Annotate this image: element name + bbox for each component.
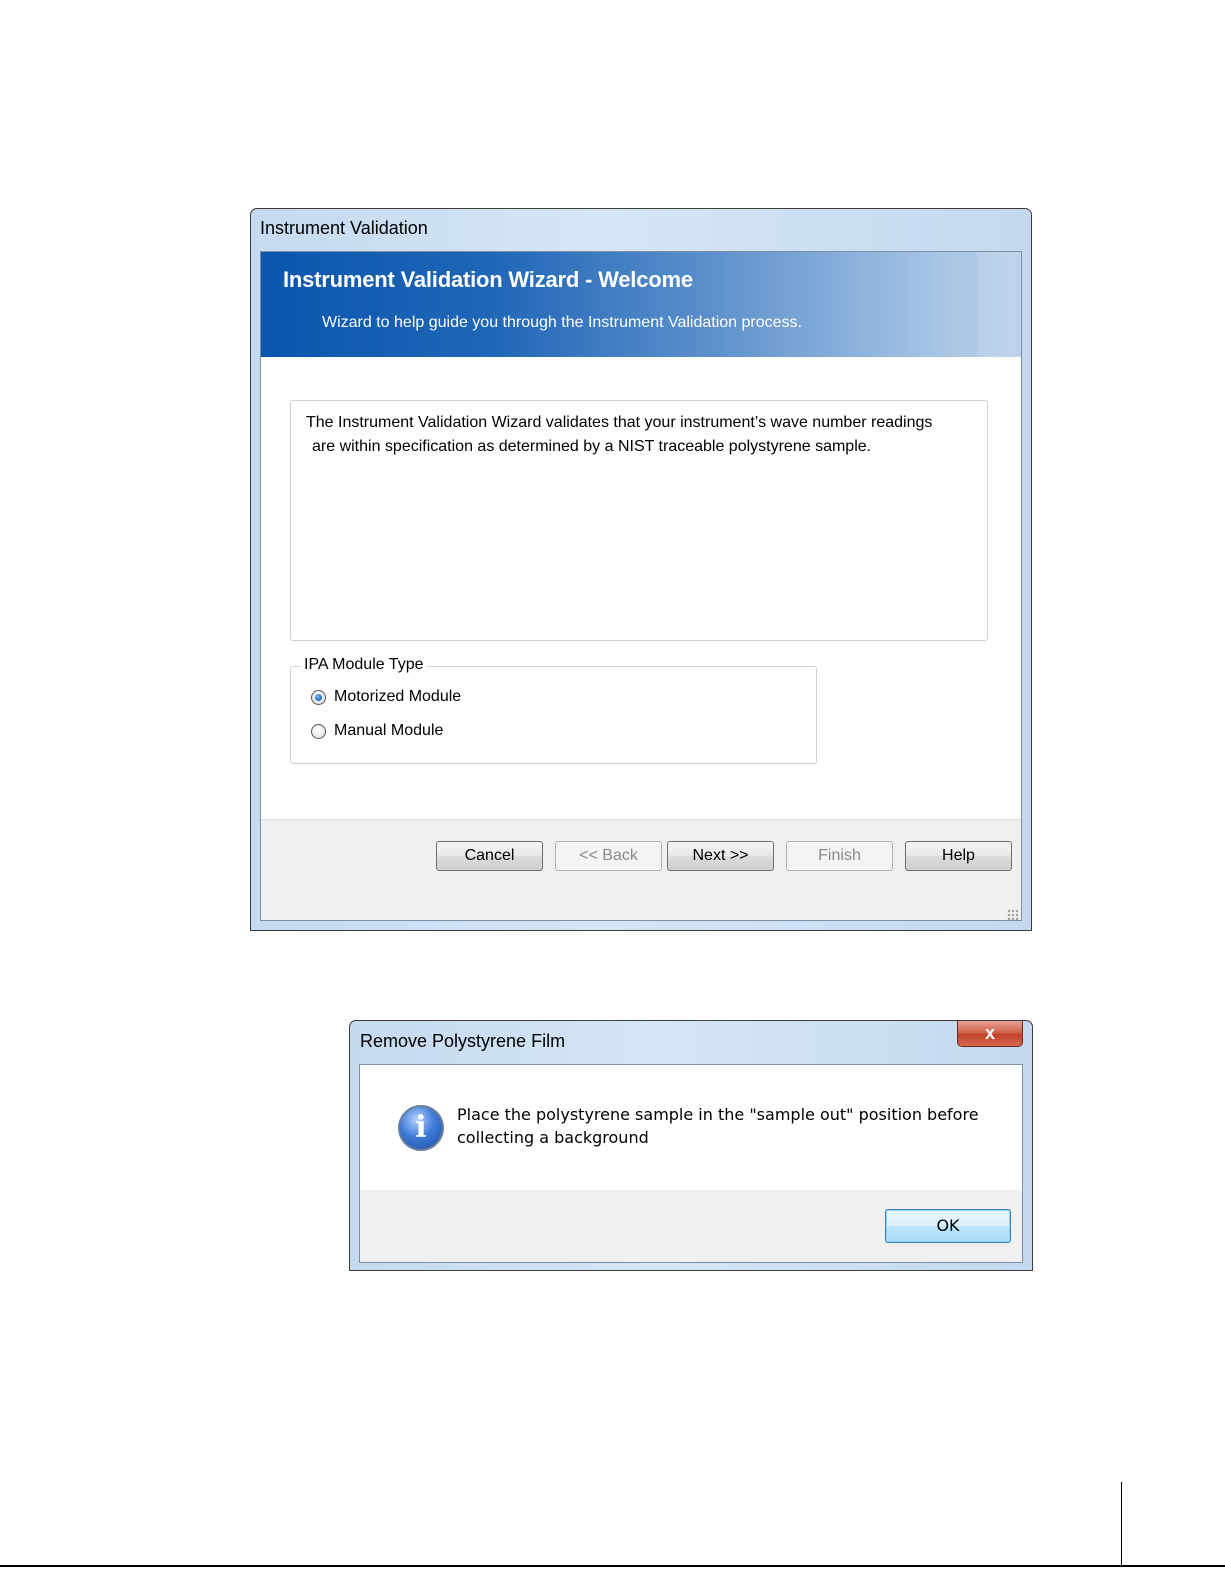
description-box: The Instrument Validation Wizard validat… — [290, 400, 988, 641]
radio-manual-module[interactable]: Manual Module — [311, 722, 443, 740]
wizard-header-banner: Instrument Validation Wizard - Welcome W… — [261, 252, 1021, 357]
description-line-1: The Instrument Validation Wizard validat… — [306, 414, 933, 431]
radio-button-unchecked[interactable] — [311, 723, 326, 739]
dialog-button-bar: OK — [360, 1190, 1022, 1262]
next-button[interactable]: Next >> — [667, 841, 774, 871]
remove-polystyrene-dialog: Remove Polystyrene Film x i Place the po… — [349, 1020, 1033, 1271]
resize-grip-icon[interactable] — [1007, 909, 1019, 920]
button-bar: Cancel << Back Next >> Finish Help — [261, 819, 1021, 920]
description-line-2: are within specification as determined b… — [312, 438, 872, 455]
wizard-client-area: Instrument Validation Wizard - Welcome W… — [260, 251, 1022, 921]
window-title: Instrument Validation — [260, 218, 428, 238]
radio-motorized-module[interactable]: Motorized Module — [311, 688, 461, 706]
module-type-group: IPA Module Type Motorized Module Manual … — [290, 656, 817, 764]
header-gloss — [977, 252, 1021, 357]
page-margin-line — [1121, 1482, 1122, 1566]
page-footer-rule — [0, 1565, 1225, 1567]
cancel-button[interactable]: Cancel — [436, 841, 543, 871]
dialog-message: Place the polystyrene sample in the "sam… — [457, 1105, 979, 1147]
close-button[interactable]: x — [957, 1021, 1023, 1047]
wizard-title: Instrument Validation Wizard - Welcome — [283, 267, 693, 292]
finish-button[interactable]: Finish — [786, 841, 893, 871]
back-button[interactable]: << Back — [555, 841, 662, 871]
help-button[interactable]: Help — [905, 841, 1012, 871]
radio-label: Motorized Module — [334, 688, 462, 705]
description-text: The Instrument Validation Wizard validat… — [306, 411, 966, 459]
info-icon: i — [398, 1105, 444, 1151]
radio-label: Manual Module — [334, 722, 444, 739]
radio-button-checked[interactable] — [311, 689, 326, 705]
module-type-label: IPA Module Type — [300, 656, 428, 674]
wizard-subtitle: Wizard to help guide you through the Ins… — [322, 314, 802, 331]
dialog-title: Remove Polystyrene Film — [360, 1031, 566, 1051]
ok-button[interactable]: OK — [885, 1209, 1011, 1243]
dialog-client-area: i Place the polystyrene sample in the "s… — [359, 1064, 1023, 1263]
instrument-validation-window: Instrument Validation Instrument Validat… — [250, 208, 1032, 931]
